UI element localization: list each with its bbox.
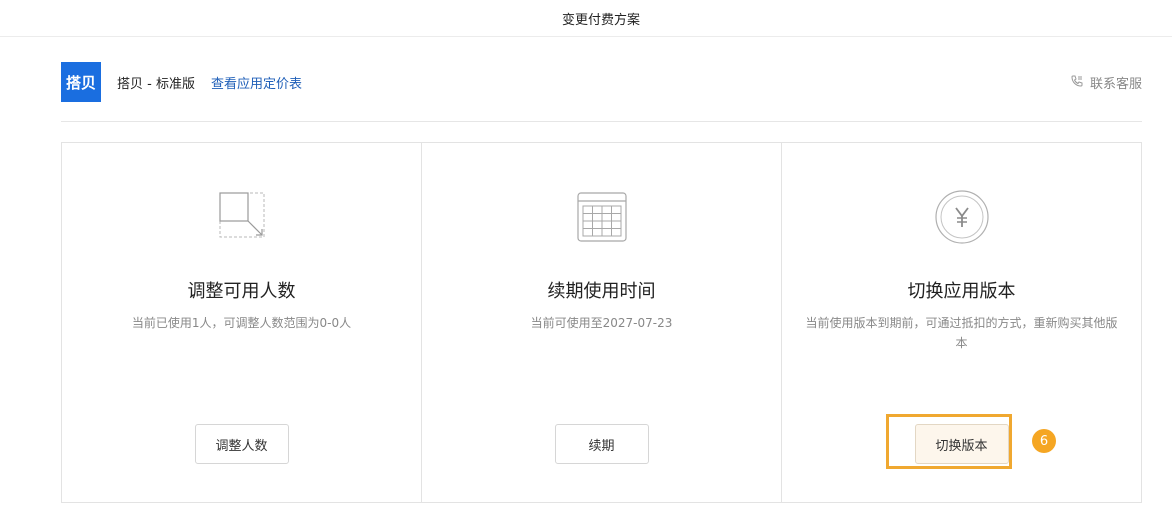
app-logo: 搭贝 bbox=[61, 62, 101, 102]
card-title: 切换应用版本 bbox=[907, 281, 1016, 302]
resize-icon bbox=[214, 189, 270, 245]
page: 变更付费方案 搭贝 搭贝 - 标准版 查看应用定价表 联系客服 调整可用人数 当… bbox=[0, 0, 1172, 518]
card-title: 调整可用人数 bbox=[187, 281, 296, 302]
card-switch-version: 切换应用版本 当前使用版本到期前，可通过抵扣的方式，重新购买其他版本 切换版本 … bbox=[781, 143, 1141, 502]
contact-support-button[interactable]: 联系客服 bbox=[1070, 73, 1142, 92]
card-renew: 续期使用时间 当前可使用至2027-07-23 续期 bbox=[421, 143, 781, 502]
top-header: 变更付费方案 bbox=[0, 0, 1172, 37]
adjust-users-button[interactable]: 调整人数 bbox=[194, 424, 289, 464]
pricing-table-link[interactable]: 查看应用定价表 bbox=[211, 73, 302, 92]
option-cards: 调整可用人数 当前已使用1人，可调整人数范围为0-0人 调整人数 续期使用时间 … bbox=[61, 142, 1142, 503]
yen-icon bbox=[934, 189, 990, 245]
contact-support-label: 联系客服 bbox=[1089, 77, 1142, 92]
app-info-row: 搭贝 搭贝 - 标准版 查看应用定价表 联系客服 bbox=[61, 62, 1142, 102]
card-title: 续期使用时间 bbox=[547, 281, 656, 302]
renew-button[interactable]: 续期 bbox=[554, 424, 649, 464]
page-title: 变更付费方案 bbox=[561, 12, 640, 28]
phone-icon bbox=[1070, 74, 1084, 92]
divider bbox=[61, 121, 1142, 122]
switch-version-button[interactable]: 切换版本 bbox=[914, 424, 1009, 464]
card-description: 当前使用版本到期前，可通过抵扣的方式，重新购买其他版本 bbox=[805, 316, 1118, 350]
card-adjust-users: 调整可用人数 当前已使用1人，可调整人数范围为0-0人 调整人数 bbox=[62, 143, 421, 502]
calendar-table-icon bbox=[574, 189, 630, 245]
card-description: 当前可使用至2027-07-23 bbox=[530, 316, 673, 330]
step-badge: 6 bbox=[1032, 429, 1056, 453]
card-description: 当前已使用1人，可调整人数范围为0-0人 bbox=[131, 316, 352, 330]
app-name: 搭贝 - 标准版 bbox=[117, 77, 195, 92]
